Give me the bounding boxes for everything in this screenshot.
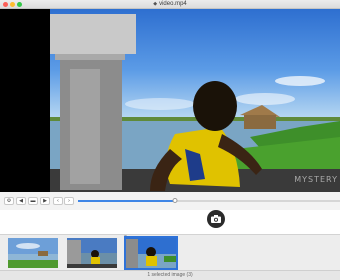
playback-controls: ⚙ ◀ ▬ ▶ ‹ › (0, 192, 340, 210)
snapshot-area (0, 210, 340, 234)
thumbnail-2-image (67, 238, 117, 268)
timeline-slider[interactable] (78, 198, 340, 203)
loop-icon[interactable]: ▬ (28, 197, 38, 205)
video-preview[interactable]: MYSTERY (0, 9, 340, 192)
thumbnail-1[interactable] (8, 238, 58, 268)
video-watermark: MYSTERY (294, 175, 338, 184)
snapshot-button[interactable] (207, 210, 225, 228)
next-frame-icon[interactable]: › (64, 197, 74, 205)
video-file-icon: ◆ (153, 1, 158, 7)
thumbnail-2[interactable] (67, 238, 117, 268)
status-bar: 1 selected image (3) (0, 270, 340, 280)
camera-icon (211, 215, 221, 223)
thumbnail-3-image (126, 238, 176, 268)
selection-status: 1 selected image (3) (147, 272, 193, 278)
title-bar: ◆ video.mp4 (0, 0, 340, 9)
window-title: ◆ video.mp4 (153, 1, 187, 7)
play-icon[interactable]: ▶ (40, 197, 50, 205)
thumbnail-3[interactable] (124, 236, 178, 270)
thumbnail-strip: × (0, 234, 340, 270)
video-frame (50, 9, 340, 192)
settings-gear-icon[interactable]: ⚙ (4, 197, 14, 205)
previous-frame-icon[interactable]: ‹ (53, 197, 63, 205)
timeline-progress (78, 200, 175, 202)
volume-icon[interactable]: ◀ (16, 197, 26, 205)
timeline-handle[interactable] (172, 198, 178, 203)
thumbnail-1-image (8, 238, 58, 268)
